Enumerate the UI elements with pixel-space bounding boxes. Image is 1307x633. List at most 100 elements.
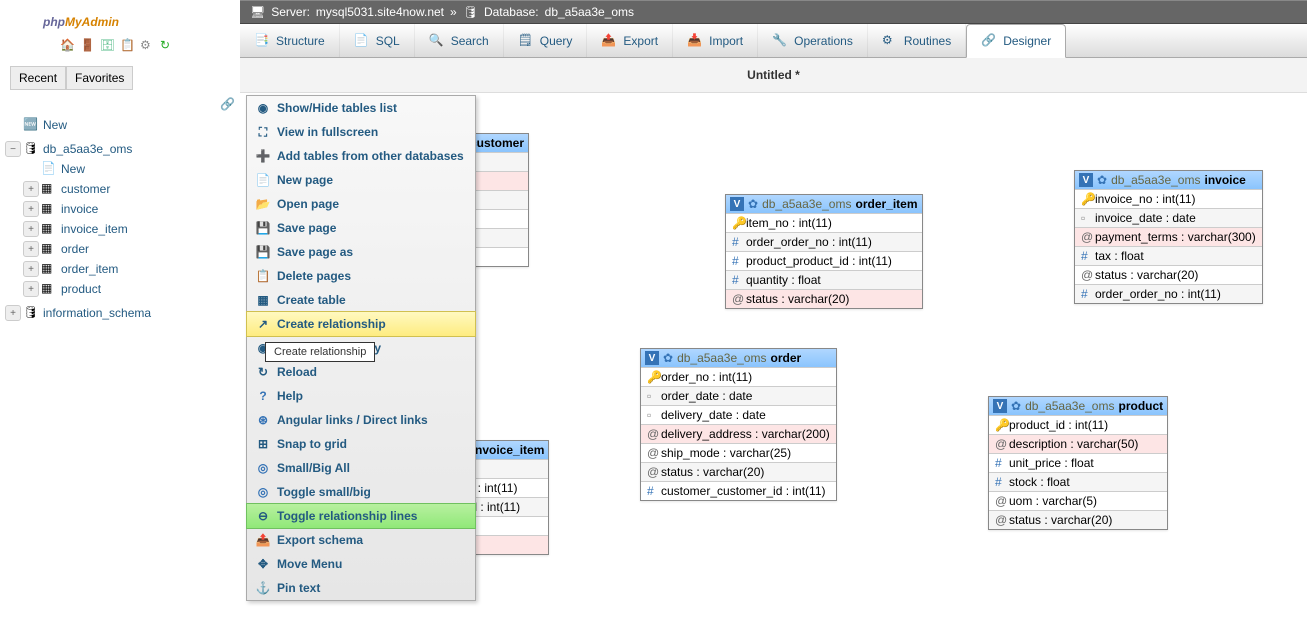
tree-db-info-schema[interactable]: +🛢information_schema (5, 303, 235, 323)
favorites-button[interactable]: Favorites (66, 66, 133, 90)
toggle-icon[interactable]: V (645, 351, 659, 365)
home-icon[interactable]: 🏠 (60, 38, 76, 54)
table-header[interactable]: V ✿ db_a5aa3e_oms invoice (1075, 171, 1262, 189)
table-column[interactable]: #quantity : float (726, 270, 922, 289)
ctx-pin-text[interactable]: ⚓Pin text (247, 576, 475, 600)
table-header[interactable]: V ✿ db_a5aa3e_oms order (641, 349, 836, 367)
ctx-help[interactable]: ?Help (247, 384, 475, 408)
table-column[interactable]: #stock : float (989, 472, 1167, 491)
table-column[interactable]: #unit_price : float (989, 453, 1167, 472)
ctx-delete-pages[interactable]: 📋Delete pages (247, 264, 475, 288)
table-column[interactable]: #product_product_id : int(11) (726, 251, 922, 270)
recent-button[interactable]: Recent (10, 66, 66, 90)
tab-designer[interactable]: 🔗Designer (966, 24, 1066, 58)
link-icon[interactable]: 🔗 (220, 97, 235, 111)
ctx-small-big-all[interactable]: ◎Small/Big All (247, 456, 475, 480)
ctx-create-table[interactable]: ▦Create table (247, 288, 475, 312)
tree-db-oms[interactable]: −🛢db_a5aa3e_oms (5, 139, 235, 159)
ctx-save-page-as[interactable]: 💾Save page as (247, 240, 475, 264)
logout-icon[interactable]: 🚪 (80, 38, 96, 54)
ctx-open-page[interactable]: 📂Open page (247, 192, 475, 216)
table-column[interactable]: 🔑item_no : int(11) (726, 213, 922, 232)
expand-icon[interactable]: + (23, 221, 39, 237)
ctx-toggle-rel-lines[interactable]: ⊖Toggle relationship lines (246, 503, 476, 529)
gear-icon[interactable]: ✿ (1011, 399, 1021, 413)
pma-logo[interactable]: phpMyAdmin (43, 2, 119, 33)
table-column[interactable]: @description : varchar(50) (989, 434, 1167, 453)
table-column[interactable]: @delivery_address : varchar(200) (641, 424, 836, 443)
tree-table-customer[interactable]: +▦customer (5, 179, 235, 199)
ctx-snap-grid[interactable]: ⊞Snap to grid (247, 432, 475, 456)
tree-new[interactable]: 🆕New (5, 115, 235, 135)
ctx-show-hide-tables[interactable]: ◉Show/Hide tables list (247, 96, 475, 120)
table-header[interactable]: V ✿ db_a5aa3e_oms product (989, 397, 1167, 415)
refresh-icon[interactable]: ↻ (160, 38, 176, 54)
expand-icon[interactable]: + (23, 181, 39, 197)
tab-import[interactable]: 📥Import (673, 24, 758, 57)
tree-table-invoice-item[interactable]: +▦invoice_item (5, 219, 235, 239)
designer-table-order-item[interactable]: V ✿ db_a5aa3e_oms order_item 🔑item_no : … (725, 194, 923, 309)
table-column[interactable]: ▫invoice_date : date (1075, 208, 1262, 227)
ctx-move-menu[interactable]: ✥Move Menu (247, 552, 475, 576)
tree-table-order-item[interactable]: +▦order_item (5, 259, 235, 279)
table-column[interactable]: #customer_customer_id : int(11) (641, 481, 836, 500)
toggle-icon[interactable]: V (730, 197, 744, 211)
gear-icon[interactable]: ✿ (1097, 173, 1107, 187)
sql-icon[interactable]: 🗄 (100, 38, 116, 54)
table-column[interactable]: @status : varchar(20) (989, 510, 1167, 529)
tab-search[interactable]: 🔍Search (415, 24, 504, 57)
designer-table-product[interactable]: V ✿ db_a5aa3e_oms product 🔑product_id : … (988, 396, 1168, 530)
table-column[interactable]: @ship_mode : varchar(25) (641, 443, 836, 462)
table-column[interactable]: @uom : varchar(5) (989, 491, 1167, 510)
expand-icon[interactable]: + (23, 201, 39, 217)
ctx-toggle-small-big[interactable]: ◎Toggle small/big (247, 480, 475, 504)
ctx-add-tables[interactable]: ➕Add tables from other databases (247, 144, 475, 168)
tree-table-product[interactable]: +▦product (5, 279, 235, 299)
server-link[interactable]: mysql5031.site4now.net (316, 5, 444, 19)
table-column[interactable]: @payment_terms : varchar(300) (1075, 227, 1262, 246)
toggle-icon[interactable]: V (993, 399, 1007, 413)
table-column[interactable]: @status : varchar(20) (641, 462, 836, 481)
table-column[interactable]: #tax : float (1075, 246, 1262, 265)
table-column[interactable]: @status : varchar(20) (1075, 265, 1262, 284)
tab-routines[interactable]: ⚙Routines (868, 24, 966, 57)
gear-icon[interactable]: ⚙ (140, 38, 156, 54)
tab-query[interactable]: 🗒Query (504, 24, 588, 57)
collapse-icon[interactable]: − (5, 141, 21, 157)
expand-icon[interactable]: + (5, 305, 21, 321)
table-column[interactable]: @status : varchar(20) (726, 289, 922, 308)
tree-table-invoice[interactable]: +▦invoice (5, 199, 235, 219)
index-icon: # (732, 235, 742, 249)
table-column[interactable]: #order_order_no : int(11) (726, 232, 922, 251)
designer-table-order[interactable]: V ✿ db_a5aa3e_oms order 🔑order_no : int(… (640, 348, 837, 501)
table-column[interactable]: 🔑product_id : int(11) (989, 415, 1167, 434)
table-column[interactable]: 🔑invoice_no : int(11) (1075, 189, 1262, 208)
ctx-save-page[interactable]: 💾Save page (247, 216, 475, 240)
table-column[interactable]: #order_order_no : int(11) (1075, 284, 1262, 303)
expand-icon[interactable]: + (23, 261, 39, 277)
tab-structure[interactable]: 📑Structure (240, 24, 340, 57)
db-link[interactable]: db_a5aa3e_oms (545, 5, 634, 19)
tab-sql[interactable]: 📄SQL (340, 24, 415, 57)
ctx-reload[interactable]: ↻Reload (247, 360, 475, 384)
docs-icon[interactable]: 📋 (120, 38, 136, 54)
table-column[interactable]: 🔑order_no : int(11) (641, 367, 836, 386)
toggle-icon[interactable]: V (1079, 173, 1093, 187)
table-column[interactable]: ▫order_date : date (641, 386, 836, 405)
gear-icon[interactable]: ✿ (663, 351, 673, 365)
ctx-angular-links[interactable]: ⊛Angular links / Direct links (247, 408, 475, 432)
ctx-create-relationship[interactable]: ↗Create relationship (246, 311, 476, 337)
ctx-export-schema[interactable]: 📤Export schema (247, 528, 475, 552)
ctx-new-page[interactable]: 📄New page (247, 168, 475, 192)
expand-icon[interactable]: + (23, 241, 39, 257)
expand-icon[interactable]: + (23, 281, 39, 297)
tree-table-order[interactable]: +▦order (5, 239, 235, 259)
ctx-fullscreen[interactable]: ⛶View in fullscreen (247, 120, 475, 144)
designer-table-invoice[interactable]: V ✿ db_a5aa3e_oms invoice 🔑invoice_no : … (1074, 170, 1263, 304)
table-header[interactable]: V ✿ db_a5aa3e_oms order_item (726, 195, 922, 213)
tree-db-new[interactable]: 📄New (5, 159, 235, 179)
gear-icon[interactable]: ✿ (748, 197, 758, 211)
tab-operations[interactable]: 🔧Operations (758, 24, 868, 57)
table-column[interactable]: ▫delivery_date : date (641, 405, 836, 424)
tab-export[interactable]: 📤Export (587, 24, 673, 57)
